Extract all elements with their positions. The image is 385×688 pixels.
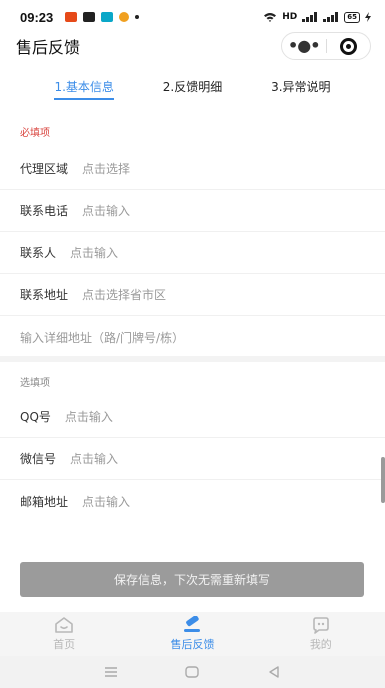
contact-address-row[interactable]: 联系地址 点击选择省市区: [0, 274, 385, 316]
qq-input[interactable]: 点击输入: [65, 408, 113, 425]
status-time: 09:23: [20, 9, 54, 25]
system-nav-bar: [0, 656, 385, 688]
signal-icon-2: [323, 12, 339, 22]
tabbar-item-mine[interactable]: 我的: [257, 612, 385, 656]
edit-icon: [184, 616, 201, 632]
page-title: 售后反馈: [16, 38, 81, 57]
status-left: 09:23: [20, 9, 140, 25]
contact-person-row[interactable]: 联系人 点击输入: [0, 232, 385, 274]
contact-phone-label: 联系电话: [20, 204, 69, 218]
network-type: HD: [282, 12, 298, 22]
bottom-tab-bar: 首页 售后反馈 我的: [0, 612, 385, 656]
tabbar-item-after-sales[interactable]: 售后反馈: [128, 612, 256, 656]
more-menu-icon[interactable]: •●•: [282, 34, 326, 58]
save-info-button[interactable]: 保存信息，下次无需重新填写: [20, 562, 364, 597]
wechat-label: 微信号: [20, 452, 57, 466]
title-bar: 售后反馈 •●•: [0, 32, 385, 60]
tab-basic-info[interactable]: 1.基本信息: [54, 74, 115, 100]
chat-notification-icon: [101, 12, 114, 22]
menu-nav-button[interactable]: [103, 665, 119, 679]
contact-address-label: 联系地址: [20, 288, 69, 302]
email-label: 邮箱地址: [20, 494, 69, 509]
contact-person-label: 联系人: [20, 246, 57, 260]
charging-icon: [365, 12, 371, 22]
back-nav-button[interactable]: [266, 665, 282, 679]
contact-person-input[interactable]: 点击输入: [70, 244, 118, 261]
home-icon: [55, 617, 73, 633]
step-tabs: 1.基本信息 2.反馈明细 3.异常说明: [0, 74, 385, 104]
qq-label: QQ号: [20, 410, 51, 424]
required-section-label: 必填项: [20, 128, 50, 139]
contact-phone-input[interactable]: 点击输入: [82, 202, 130, 219]
qq-row[interactable]: QQ号 点击输入: [0, 396, 385, 438]
battery-icon: 65: [344, 11, 360, 23]
tab-feedback-detail[interactable]: 2.反馈明细: [163, 74, 222, 100]
contact-phone-row[interactable]: 联系电话 点击输入: [0, 190, 385, 232]
wechat-input[interactable]: 点击输入: [70, 450, 118, 467]
section-divider: [0, 356, 385, 362]
home-square-icon: [185, 666, 200, 678]
status-bar: 09:23 HD 65: [0, 0, 385, 34]
agent-region-label: 代理区域: [20, 162, 69, 176]
email-row[interactable]: 邮箱地址 点击输入: [0, 480, 385, 522]
close-mini-program-button[interactable]: [327, 37, 371, 55]
signal-icon-1: [302, 12, 318, 22]
tabbar-label-home: 首页: [53, 638, 76, 651]
close-circle-icon: [339, 37, 357, 55]
wechat-row[interactable]: 微信号 点击输入: [0, 438, 385, 480]
browser-notification-icon: [119, 12, 130, 22]
tabbar-label-after-sales: 售后反馈: [170, 638, 215, 651]
optional-section-label: 选填项: [20, 378, 50, 389]
detail-address-row[interactable]: 输入详细地址（路/门牌号/栋）: [0, 316, 385, 358]
contact-address-select[interactable]: 点击选择省市区: [82, 286, 166, 303]
app-notification-icon: [65, 12, 78, 22]
home-nav-button[interactable]: [184, 665, 200, 679]
tabbar-label-mine: 我的: [309, 638, 332, 651]
email-input[interactable]: 点击输入: [82, 493, 130, 510]
wifi-icon: [264, 13, 277, 22]
agent-region-row[interactable]: 代理区域 点击选择: [0, 148, 385, 190]
agent-region-select[interactable]: 点击选择: [82, 160, 130, 177]
menu-icon: [104, 667, 117, 677]
mini-program-capsule: •●•: [281, 32, 371, 60]
back-triangle-icon: [269, 666, 279, 678]
profile-icon: [313, 617, 329, 634]
media-notification-icon: [83, 12, 96, 22]
scrollbar[interactable]: [381, 457, 385, 503]
status-right: HD 65: [263, 11, 371, 23]
tabbar-item-home[interactable]: 首页: [0, 612, 128, 656]
tab-exception-description[interactable]: 3.异常说明: [271, 74, 330, 100]
detail-address-input[interactable]: 输入详细地址（路/门牌号/栋）: [20, 329, 184, 346]
more-notifications-icon: [135, 15, 140, 19]
